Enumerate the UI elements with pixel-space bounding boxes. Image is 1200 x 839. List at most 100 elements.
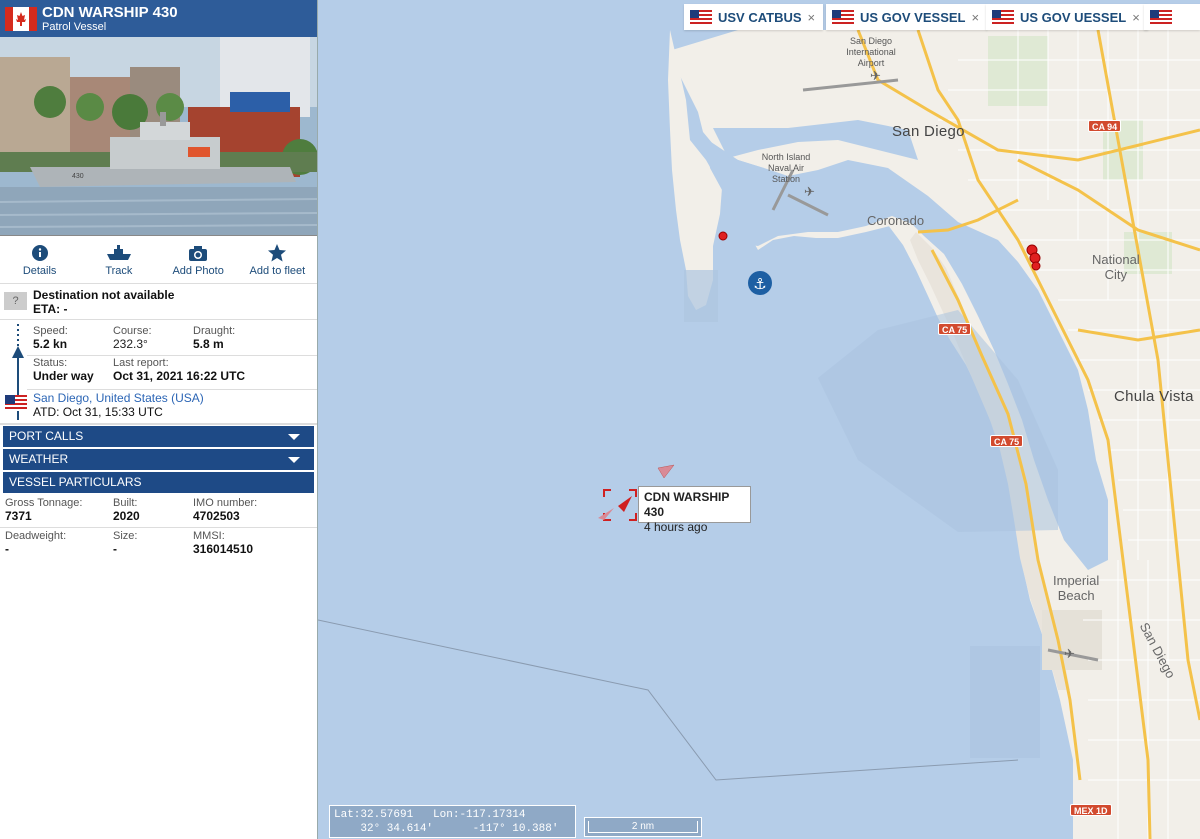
vessel-particulars-label: VESSEL PARTICULARS: [9, 475, 142, 489]
map-label-national-line: National: [1092, 252, 1140, 267]
highway-shield-ca94: CA 94: [1088, 120, 1122, 132]
camera-icon: [189, 246, 208, 261]
add-photo-button[interactable]: Add Photo: [161, 243, 236, 283]
port-calls-label: PORT CALLS: [9, 429, 84, 443]
add-to-fleet-label: Add to fleet: [249, 265, 306, 277]
departure-port-link[interactable]: San Diego, United States (USA): [33, 391, 317, 405]
us-flag-icon: [1150, 10, 1172, 24]
map-label-airport: San Diego International Airport: [834, 36, 908, 69]
highway-shield-ca75: CA 75: [938, 323, 972, 335]
close-icon[interactable]: ×: [1132, 10, 1140, 25]
map-view[interactable]: ⚓ ✈ ✈ ✈ San Diego San Diego Internationa…: [318, 0, 1200, 839]
app-window: ⚓ ✈ ✈ ✈ San Diego San Diego Internationa…: [0, 0, 1200, 839]
deadweight-cell: Deadweight: -: [5, 530, 66, 556]
course-label: Course:: [113, 325, 152, 337]
map-label-naval-air-station: North Island Naval Air Station: [750, 152, 822, 185]
gross-tonnage-value: 7371: [5, 509, 32, 523]
scale-label: 2 nm: [588, 821, 698, 833]
speed-cell: Speed: 5.2 kn: [33, 325, 68, 351]
destination-row: ? Destination not available ETA: -: [0, 284, 317, 320]
vessel-tab-bar: USV CATBUS × US GOV VESSEL × US GOV UESS…: [370, 0, 1200, 32]
us-flag-icon: [992, 10, 1014, 24]
map-label-airport-line: Airport: [857, 58, 885, 68]
close-icon[interactable]: ×: [808, 10, 816, 25]
deadweight-label: Deadweight:: [5, 530, 67, 542]
draught-cell: Draught: 5.8 m: [193, 325, 235, 351]
star-icon: [268, 244, 287, 262]
size-label: Size:: [113, 530, 138, 542]
map-label-nas-line: Naval Air: [767, 163, 804, 173]
status-cell: Status: Under way: [33, 357, 94, 383]
status-value: Under way: [33, 369, 94, 383]
map-label-airport-line: San Diego: [849, 36, 893, 46]
lat-value: 32.57691: [360, 809, 414, 821]
track-button[interactable]: Track: [81, 243, 156, 283]
vessel-map-label-name: CDN WARSHIP 430: [644, 490, 730, 519]
built-value: 2020: [113, 509, 140, 523]
weather-label: WEATHER: [9, 452, 69, 466]
ship-track-icon: [106, 245, 131, 260]
deadweight-value: -: [5, 542, 9, 556]
map-label-chula-vista: Chula Vista: [1114, 388, 1194, 405]
vessel-particulars-section[interactable]: VESSEL PARTICULARS: [3, 472, 314, 493]
svg-text:✈: ✈: [1064, 647, 1075, 662]
atd-text: ATD: Oct 31, 15:33 UTC: [33, 405, 163, 419]
course-value: 232.3°: [113, 337, 148, 351]
gross-tonnage-cell: Gross Tonnage: 7371: [5, 497, 82, 523]
map-label-airport-line: International: [846, 47, 896, 57]
vessel-type: Patrol Vessel: [42, 20, 107, 33]
map-label-national-line: City: [1104, 267, 1128, 282]
departure-row: San Diego, United States (USA) ATD: Oct …: [0, 389, 317, 425]
last-report-label: Last report:: [113, 357, 169, 369]
imo-cell: IMO number: 4702503: [193, 497, 257, 523]
add-to-fleet-button[interactable]: Add to fleet: [240, 243, 315, 283]
lon-dms-value: -117° 10.388′: [472, 823, 559, 835]
map-label-national-city: National City: [1092, 252, 1140, 282]
track-label: Track: [105, 265, 133, 277]
last-report-value: Oct 31, 2021 16:22 UTC: [113, 369, 246, 383]
map-label-imperial-beach: Imperial Beach: [1053, 573, 1099, 603]
weather-section[interactable]: WEATHER: [3, 449, 314, 470]
details-button[interactable]: Details: [2, 243, 77, 283]
map-label-coronado: Coronado: [867, 213, 925, 228]
tab-us-gov-vessel[interactable]: US GOV VESSEL ×: [826, 4, 988, 30]
add-photo-label: Add Photo: [172, 265, 224, 277]
svg-text:✈: ✈: [804, 185, 815, 200]
map-label-imperial-line: Beach: [1057, 588, 1095, 603]
destination-text: Destination not available: [33, 288, 175, 302]
vessel-details-panel: CDN WARSHIP 430 Patrol Vessel 430 Detail…: [0, 0, 318, 839]
close-icon[interactable]: ×: [971, 10, 979, 25]
gross-tonnage-label: Gross Tonnage:: [5, 497, 83, 509]
course-cell: Course: 232.3°: [113, 325, 152, 351]
us-flag-icon: [690, 10, 712, 24]
tab-label: US GOV VESSEL: [860, 9, 966, 25]
size-cell: Size: -: [113, 530, 137, 556]
map-label-nas-line: Station: [771, 174, 801, 184]
tab-label: US GOV UESSEL: [1020, 9, 1127, 25]
vessel-map-label-time: 4 hours ago: [644, 520, 708, 534]
tab-us-gov-uessel[interactable]: US GOV UESSEL ×: [986, 4, 1148, 30]
speed-label: Speed:: [33, 325, 68, 337]
us-flag-icon: [832, 10, 854, 24]
map-label-nas-line: North Island: [761, 152, 811, 162]
vessel-map-label[interactable]: CDN WARSHIP 430 4 hours ago: [638, 486, 751, 534]
highway-shield-ca75: CA 75: [990, 435, 1024, 447]
size-value: -: [113, 542, 117, 556]
vessel-name: CDN WARSHIP 430: [42, 3, 178, 21]
mmsi-cell: MMSI: 316014510: [193, 530, 253, 556]
vessel-header: CDN WARSHIP 430 Patrol Vessel: [0, 0, 317, 37]
lat-label: Lat:: [334, 809, 361, 821]
unknown-destination-icon: ?: [4, 292, 27, 310]
lon-value: -117.17314: [459, 809, 526, 821]
vessel-photo[interactable]: 430: [0, 37, 317, 236]
vessel-actions: Details Track Add Photo Add to fleet: [0, 236, 317, 284]
vessel-photo-image: 430: [0, 37, 317, 235]
port-calls-section[interactable]: PORT CALLS: [3, 426, 314, 447]
built-label: Built:: [113, 497, 138, 509]
tab-overflow[interactable]: [1144, 4, 1200, 30]
coordinate-readout: Lat:32.57691 Lon:-117.17314 32° 34.614′ …: [329, 805, 576, 838]
lon-label: Lon:: [433, 809, 460, 821]
speed-value: 5.2 kn: [33, 337, 68, 351]
tab-usv-catbus[interactable]: USV CATBUS ×: [684, 4, 824, 30]
scale-bar: 2 nm: [584, 817, 702, 837]
